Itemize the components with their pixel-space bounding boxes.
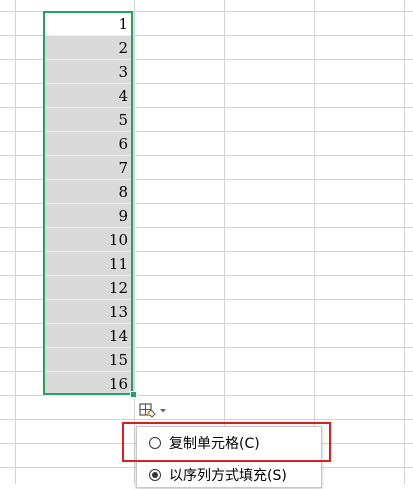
menu-item-label: 复制单元格(C): [169, 436, 260, 452]
cell[interactable]: 1: [44, 12, 134, 36]
grid-line: [134, 0, 135, 484]
grid-line: [15, 0, 16, 484]
chevron-down-icon: [159, 407, 167, 415]
grid-line: [404, 0, 405, 484]
cell[interactable]: 15: [44, 348, 134, 372]
menu-item-label: 以序列方式填充(S): [169, 468, 287, 484]
cell[interactable]: 14: [44, 324, 134, 348]
fill-handle[interactable]: [130, 391, 137, 398]
cell[interactable]: 6: [44, 132, 134, 156]
grid-line: [0, 419, 413, 420]
cell[interactable]: 10: [44, 228, 134, 252]
cell[interactable]: 2: [44, 36, 134, 60]
grid-line: [314, 0, 315, 484]
menu-item-fill-series[interactable]: 以序列方式填充(S): [137, 461, 321, 489]
cell[interactable]: 4: [44, 84, 134, 108]
menu-item-copy-cells[interactable]: 复制单元格(C): [137, 429, 321, 457]
cell[interactable]: 13: [44, 300, 134, 324]
cell[interactable]: 5: [44, 108, 134, 132]
cell[interactable]: 12: [44, 276, 134, 300]
cell[interactable]: 3: [44, 60, 134, 84]
cell[interactable]: 11: [44, 252, 134, 276]
cell[interactable]: 7: [44, 156, 134, 180]
autofill-options-menu: 复制单元格(C) 以序列方式填充(S): [136, 426, 322, 488]
grid-line: [224, 0, 225, 484]
autofill-options-icon: [137, 401, 159, 421]
autofill-options-button[interactable]: [137, 400, 175, 422]
radio-button[interactable]: [149, 437, 161, 449]
radio-button[interactable]: [149, 469, 161, 481]
cell[interactable]: 8: [44, 180, 134, 204]
cell[interactable]: 9: [44, 204, 134, 228]
cell[interactable]: 16: [44, 372, 134, 396]
